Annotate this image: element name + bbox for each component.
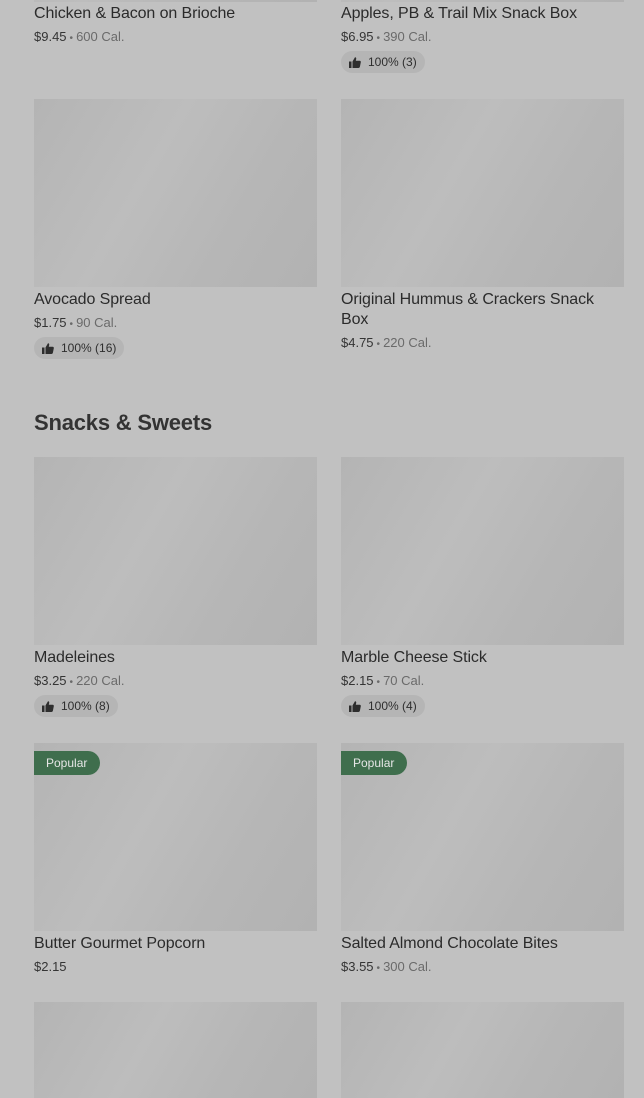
product-meta-popcorn: $2.15 [34, 959, 67, 975]
product-calories: 390 Cal. [383, 29, 432, 44]
product-price: $6.95 [341, 29, 374, 44]
product-calories: 70 Cal. [383, 673, 425, 688]
product-image-hummus[interactable] [341, 99, 624, 287]
product-image-next-right[interactable] [341, 1002, 624, 1098]
rating-text: 100% (4) [368, 699, 417, 713]
product-price: $1.75 [34, 315, 67, 330]
product-price: $3.55 [341, 959, 374, 974]
product-title-avocado[interactable]: Avocado Spread [34, 290, 151, 310]
product-title-chicken-bacon[interactable]: Chicken & Bacon on Brioche [34, 4, 235, 24]
product-calories: 600 Cal. [76, 29, 125, 44]
thumbs-up-icon [349, 56, 361, 68]
product-calories: 90 Cal. [76, 315, 118, 330]
product-image-marble-cheese[interactable] [341, 457, 624, 645]
separator-dot: • [376, 33, 381, 44]
product-image-apples-pb[interactable] [341, 0, 624, 2]
section-title-snacks-sweets: Snacks & Sweets [34, 410, 212, 435]
product-price: $9.45 [34, 29, 67, 44]
thumbs-up-icon [42, 342, 54, 354]
separator-dot: • [69, 33, 74, 44]
product-calories: 220 Cal. [76, 673, 125, 688]
rating-badge-avocado: 100% (16) [34, 337, 125, 359]
product-meta-marble-cheese: $2.15 • 70 Cal. [341, 673, 424, 691]
product-title-popcorn[interactable]: Butter Gourmet Popcorn [34, 934, 205, 954]
separator-dot: • [69, 677, 74, 688]
product-title-madeleines[interactable]: Madeleines [34, 648, 115, 668]
separator-dot: • [376, 677, 381, 688]
popular-badge: Popular [341, 751, 408, 775]
product-image-avocado[interactable] [34, 99, 317, 287]
rating-badge-marble-cheese: 100% (4) [341, 695, 425, 717]
product-title-apples-pb[interactable]: Apples, PB & Trail Mix Snack Box [341, 4, 577, 24]
product-image-next-left[interactable] [34, 1002, 317, 1098]
product-meta-hummus: $4.75 • 220 Cal. [341, 335, 431, 353]
rating-text: 100% (16) [61, 341, 117, 355]
product-meta-apples-pb: $6.95 • 390 Cal. [341, 29, 431, 47]
product-image-chicken-bacon[interactable] [34, 0, 317, 2]
product-calories: 300 Cal. [383, 959, 432, 974]
product-price: $2.15 [341, 673, 374, 688]
product-title-almond[interactable]: Salted Almond Chocolate Bites [341, 934, 558, 954]
thumbs-up-icon [42, 700, 54, 712]
thumbs-up-icon [349, 700, 361, 712]
separator-dot: • [376, 339, 381, 350]
product-meta-almond: $3.55 • 300 Cal. [341, 959, 431, 977]
product-price: $4.75 [341, 335, 374, 350]
popular-badge: Popular [34, 751, 101, 775]
product-meta-chicken-bacon: $9.45 • 600 Cal. [34, 29, 124, 47]
product-calories: 220 Cal. [383, 335, 432, 350]
product-price: $2.15 [34, 959, 67, 974]
rating-text: 100% (8) [61, 699, 110, 713]
product-image-madeleines[interactable] [34, 457, 317, 645]
rating-badge-madeleines: 100% (8) [34, 695, 118, 717]
rating-text: 100% (3) [368, 55, 417, 69]
separator-dot: • [376, 963, 381, 974]
product-price: $3.25 [34, 673, 67, 688]
rating-badge-apples-pb: 100% (3) [341, 51, 425, 73]
product-meta-madeleines: $3.25 • 220 Cal. [34, 673, 124, 691]
product-title-hummus[interactable]: Original Hummus & Crackers Snack Box [341, 290, 624, 330]
product-title-marble-cheese[interactable]: Marble Cheese Stick [341, 648, 487, 668]
separator-dot: • [69, 319, 74, 330]
product-meta-avocado: $1.75 • 90 Cal. [34, 315, 117, 333]
